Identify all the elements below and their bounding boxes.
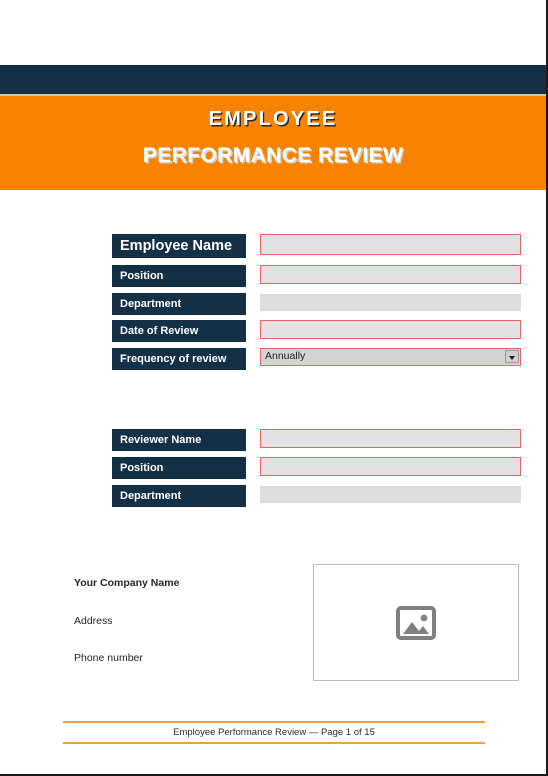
- input-department[interactable]: [260, 294, 521, 311]
- input-position[interactable]: [260, 265, 521, 284]
- label-frequency-of-review: Frequency of review: [112, 348, 246, 370]
- select-frequency-value: Annually: [265, 350, 306, 362]
- logo-placeholder-box[interactable]: [313, 564, 519, 681]
- label-date-of-review: Date of Review: [112, 320, 246, 342]
- label-reviewer-position: Position: [112, 457, 246, 479]
- input-reviewer-name[interactable]: [260, 429, 521, 448]
- document-title-line2: PERFORMANCE REVIEW: [142, 144, 404, 167]
- select-frequency-of-review[interactable]: Annually: [260, 348, 521, 366]
- label-employee-name: Employee Name: [112, 234, 246, 258]
- footer-rule-top: [63, 721, 485, 723]
- label-reviewer-department: Department: [112, 485, 246, 507]
- label-position: Position: [112, 265, 246, 287]
- company-address: Address: [74, 615, 113, 627]
- document-page: EMPLOYEE PERFORMANCE REVIEW Employee Nam…: [0, 0, 548, 776]
- document-title-line1: EMPLOYEE: [208, 108, 338, 130]
- header-navy-bar: [0, 65, 546, 94]
- label-department: Department: [112, 293, 246, 315]
- input-employee-name[interactable]: [260, 234, 521, 255]
- label-reviewer-name: Reviewer Name: [112, 429, 246, 451]
- image-placeholder-icon: [396, 605, 436, 640]
- footer-rule-bottom: [63, 742, 485, 744]
- company-phone-number: Phone number: [74, 652, 143, 664]
- company-name: Your Company Name: [74, 577, 180, 589]
- input-reviewer-department[interactable]: [260, 486, 521, 503]
- title-banner: EMPLOYEE PERFORMANCE REVIEW: [0, 96, 546, 190]
- footer-text: Employee Performance Review — Page 1 of …: [173, 727, 375, 738]
- input-reviewer-position[interactable]: [260, 457, 521, 476]
- chevron-down-icon[interactable]: [505, 350, 519, 363]
- input-date-of-review[interactable]: [260, 320, 521, 339]
